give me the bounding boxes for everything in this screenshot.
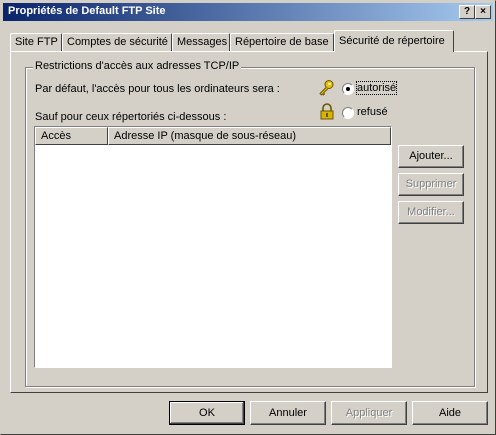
cancel-button[interactable]: Annuler bbox=[250, 401, 326, 425]
close-title-button[interactable]: × bbox=[475, 5, 491, 19]
apply-button[interactable]: Appliquer bbox=[331, 401, 407, 425]
default-access-label: Par défaut, l'accès pour tous les ordina… bbox=[35, 83, 280, 95]
edit-button[interactable]: Modifier... bbox=[398, 201, 464, 224]
button-label: Supprimer bbox=[405, 178, 457, 190]
tab-label: Répertoire de base bbox=[235, 36, 329, 48]
column-acces[interactable]: Accès bbox=[35, 127, 108, 145]
column-label: Adresse IP (masque de sous-réseau) bbox=[114, 130, 296, 142]
ok-button[interactable]: OK bbox=[169, 401, 245, 425]
autorise-label[interactable]: autorisé bbox=[355, 81, 398, 95]
button-label: Aide bbox=[438, 407, 462, 419]
tab-comptes-securite[interactable]: Comptes de sécurité bbox=[62, 33, 172, 51]
key-icon bbox=[319, 80, 334, 96]
refuse-label[interactable]: refusé bbox=[357, 106, 388, 118]
tab-label: Site FTP bbox=[15, 36, 58, 48]
tab-site-ftp[interactable]: Site FTP bbox=[10, 33, 62, 51]
button-label: OK bbox=[199, 407, 215, 419]
properties-dialog: Propriétés de Default FTP Site ? × Site … bbox=[0, 0, 496, 435]
group-title: Restrictions d'accès aux adresses TCP/IP bbox=[33, 60, 242, 72]
column-adresse-ip[interactable]: Adresse IP (masque de sous-réseau) bbox=[108, 127, 391, 145]
button-label: Modifier... bbox=[407, 206, 455, 218]
tab-label: Messages bbox=[177, 36, 228, 48]
lock-icon bbox=[320, 103, 334, 120]
tab-label: Sécurité de répertoire bbox=[339, 35, 445, 47]
button-label: Ajouter... bbox=[409, 150, 453, 162]
tab-messages[interactable]: Messages bbox=[172, 33, 230, 51]
help-title-button[interactable]: ? bbox=[459, 5, 475, 19]
radio-refuse[interactable] bbox=[342, 107, 354, 119]
tab-securite-repertoire[interactable]: Sécurité de répertoire bbox=[334, 30, 454, 52]
except-label: Sauf pour ceux répertoriés ci-dessous : bbox=[35, 111, 227, 123]
access-list[interactable]: Accès Adresse IP (masque de sous-réseau) bbox=[34, 126, 392, 368]
tab-repertoire-base[interactable]: Répertoire de base bbox=[230, 33, 334, 51]
column-label: Accès bbox=[41, 130, 71, 142]
radio-autorise[interactable] bbox=[342, 83, 354, 95]
title-bar[interactable]: Propriétés de Default FTP Site ? × bbox=[3, 3, 493, 21]
add-button[interactable]: Ajouter... bbox=[398, 145, 464, 168]
remove-button[interactable]: Supprimer bbox=[398, 173, 464, 196]
window-title: Propriétés de Default FTP Site bbox=[8, 5, 166, 17]
button-label: Annuler bbox=[269, 407, 307, 419]
button-label: Appliquer bbox=[345, 407, 393, 419]
tab-label: Comptes de sécurité bbox=[67, 36, 168, 48]
help-button[interactable]: Aide bbox=[412, 401, 488, 425]
